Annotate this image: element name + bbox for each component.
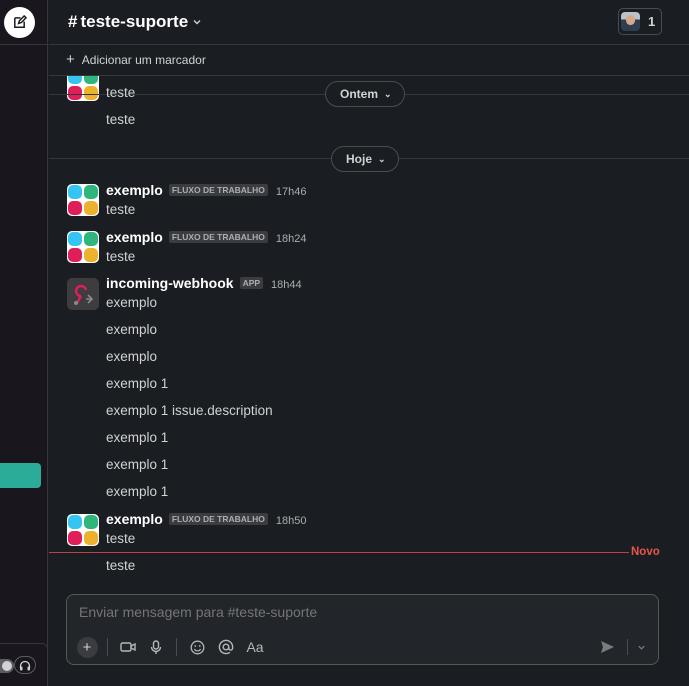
message-text: teste — [106, 202, 136, 217]
emoji-button[interactable] — [185, 635, 209, 659]
message-text: exemplo — [106, 295, 158, 310]
message-text: exemplo 1 — [106, 430, 169, 445]
add-bookmark-button[interactable]: + Adicionar um marcador — [66, 51, 206, 68]
composer-toolbar: + Aa — [75, 635, 267, 659]
chevron-down-icon: ⌄ — [384, 88, 392, 99]
avatar[interactable] — [67, 514, 99, 546]
message-text: teste — [106, 85, 136, 100]
send-icon — [600, 641, 614, 653]
sender-name[interactable]: incoming-webhook — [106, 275, 234, 291]
message-text: exemplo — [106, 322, 158, 337]
message-text: exemplo — [106, 349, 158, 364]
day-pill-today[interactable]: Hoje ⌄ — [331, 146, 399, 172]
day-pill-yesterday[interactable]: Ontem ⌄ — [325, 81, 405, 107]
avatar[interactable] — [67, 231, 99, 263]
workflow-badge: FLUXO DE TRABALHO — [168, 184, 268, 196]
toolbar-divider — [107, 638, 108, 656]
day-pill-label: Ontem — [340, 87, 379, 101]
schedule-dropdown-button[interactable] — [634, 635, 648, 659]
workflow-badge: FLUXO DE TRABALHO — [168, 513, 268, 525]
message-list: Ontem ⌄ teste teste Hoje ⌄ exemplo FLUXO… — [49, 76, 689, 584]
avatar — [621, 12, 640, 31]
sidebar-divider — [0, 44, 48, 45]
huddle-controls — [0, 643, 48, 686]
new-messages-label: Novo — [631, 546, 660, 558]
mention-button[interactable] — [214, 635, 238, 659]
chevron-down-icon — [637, 645, 645, 650]
workflow-badge: FLUXO DE TRABALHO — [168, 231, 268, 243]
message-timestamp[interactable]: 18h50 — [276, 515, 307, 527]
toolbar-divider — [176, 638, 177, 656]
avatar[interactable] — [67, 76, 99, 101]
sender-name[interactable]: exemplo — [106, 229, 163, 245]
send-button[interactable] — [595, 635, 619, 659]
chevron-down-icon: ⌄ — [378, 153, 386, 164]
channel-name: teste-suporte — [80, 12, 189, 31]
app-window: # teste-suporte 1 + Adicionar um marcado… — [0, 0, 689, 686]
message-text: teste — [106, 558, 136, 573]
video-icon — [120, 642, 136, 652]
sidebar-active-item[interactable] — [0, 463, 41, 488]
message-header: exemplo FLUXO DE TRABALHO 18h24 — [106, 229, 306, 245]
message-header: incoming-webhook APP 18h44 — [106, 275, 302, 291]
message-text: exemplo 1 — [106, 484, 169, 499]
message-text: exemplo 1 — [106, 376, 169, 391]
format-button[interactable]: Aa — [243, 635, 267, 659]
message-text: exemplo 1 — [106, 457, 169, 472]
avatar[interactable] — [67, 278, 99, 310]
channel-name-button[interactable]: # teste-suporte — [68, 12, 202, 32]
message-composer: + — [66, 594, 659, 665]
members-button[interactable]: 1 — [618, 8, 662, 35]
attach-button[interactable]: + — [75, 635, 99, 659]
avatar[interactable] — [67, 184, 99, 216]
workspace-sidebar — [0, 0, 48, 686]
send-group — [595, 635, 648, 659]
message-text: teste — [106, 112, 136, 127]
member-count: 1 — [648, 14, 656, 29]
headphones-icon — [19, 660, 31, 670]
message-header: exemplo FLUXO DE TRABALHO 17h46 — [106, 182, 306, 198]
new-message-button[interactable] — [4, 7, 35, 38]
bookmark-bar: + Adicionar um marcador — [49, 46, 689, 76]
app-badge: APP — [239, 277, 264, 289]
sender-name[interactable]: exemplo — [106, 511, 163, 527]
channel-view: # teste-suporte 1 + Adicionar um marcado… — [49, 0, 689, 686]
message-header: exemplo FLUXO DE TRABALHO 18h50 — [106, 511, 306, 527]
huddle-toggle[interactable] — [0, 659, 14, 673]
format-label: Aa — [246, 639, 264, 655]
message-input[interactable] — [79, 604, 639, 620]
message-timestamp[interactable]: 17h46 — [276, 186, 307, 198]
plus-icon: + — [66, 51, 75, 68]
message-timestamp[interactable]: 18h44 — [271, 279, 302, 291]
video-clip-button[interactable] — [116, 635, 140, 659]
mention-icon — [218, 639, 234, 655]
message-text: teste — [106, 531, 136, 546]
message-timestamp[interactable]: 18h24 — [276, 233, 307, 245]
channel-hash: # — [68, 12, 78, 31]
chevron-down-icon — [193, 20, 201, 25]
sender-name[interactable]: exemplo — [106, 182, 163, 198]
audio-clip-button[interactable] — [144, 635, 168, 659]
headphones-button[interactable] — [14, 656, 36, 674]
message-text: exemplo 1 issue.description — [106, 403, 273, 418]
message-text: teste — [106, 249, 136, 264]
webhook-icon — [74, 284, 94, 305]
day-pill-label: Hoje — [346, 152, 373, 166]
new-messages-divider — [49, 552, 629, 553]
compose-icon — [14, 15, 27, 28]
toolbar-divider — [627, 639, 628, 655]
add-bookmark-label: Adicionar um marcador — [81, 53, 206, 67]
channel-header: # teste-suporte 1 — [49, 0, 689, 45]
plus-icon: + — [76, 636, 98, 658]
emoji-icon — [190, 640, 204, 654]
microphone-icon — [150, 639, 162, 654]
